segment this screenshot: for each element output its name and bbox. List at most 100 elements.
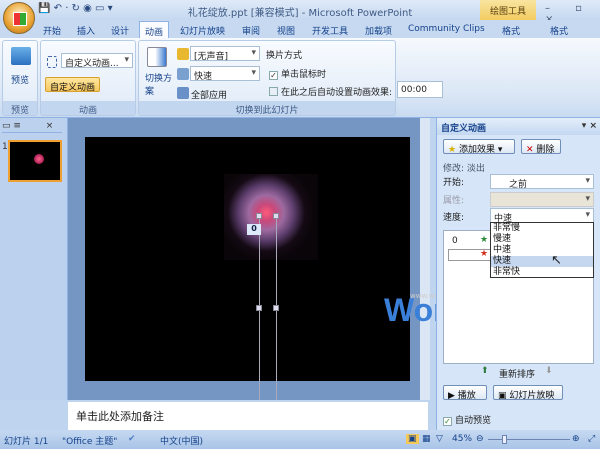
slide-number: 1 <box>2 142 8 152</box>
slideshow-label: 幻灯片放映 <box>509 391 555 401</box>
remove-button[interactable]: ✕ 删除 <box>521 139 561 155</box>
checkbox-checked-icon: ✓ <box>443 417 452 426</box>
preview-icon <box>11 47 31 65</box>
tab-insert[interactable]: 插入 <box>72 21 100 38</box>
fit-window-icon[interactable]: ⤢ <box>588 434 595 444</box>
tab-animation[interactable]: 动画 <box>139 21 170 38</box>
group-label: 切换到此幻灯片 <box>139 101 395 116</box>
tab-view[interactable]: 视图 <box>272 21 300 38</box>
zoom-slider-thumb[interactable] <box>501 435 507 444</box>
on-click-checkbox[interactable]: ✓ 单击鼠标时 <box>269 67 326 80</box>
title-bar: 礼花绽放.ppt [兼容模式] - Microsoft PowerPoint 💾… <box>0 0 600 25</box>
apply-all-button[interactable]: 全部应用 <box>191 88 227 101</box>
play-label: 播放 <box>457 391 476 401</box>
slideshow-view-icon[interactable]: ▽ <box>436 434 443 444</box>
pane-close-icon[interactable]: ▾ × <box>582 121 597 131</box>
quick-access-toolbar[interactable]: 💾 ↶ · ↻ ◉ ▭ ▾ <box>38 3 178 17</box>
office-button[interactable] <box>3 2 35 34</box>
tab-community-clips[interactable]: Community Clips <box>403 21 490 38</box>
office-logo-icon <box>13 12 27 26</box>
speed-option[interactable]: 慢速 <box>491 234 593 245</box>
auto-preview-label: 自动预览 <box>455 416 492 426</box>
property-label: 属性: <box>443 196 465 206</box>
selection-handle[interactable] <box>256 213 262 219</box>
editor-scrollbar[interactable] <box>420 118 430 400</box>
tab-review[interactable]: 审阅 <box>237 21 265 38</box>
selection-handle[interactable] <box>273 305 279 311</box>
spellcheck-icon[interactable]: ✔ <box>128 434 136 444</box>
move-down-icon[interactable]: ⬇ <box>545 366 553 376</box>
play-icon: ▶ <box>448 391 455 401</box>
preview-button[interactable]: 预览 <box>11 73 29 86</box>
speed-option[interactable]: 中速 <box>491 245 593 256</box>
ribbon: 预览 预览 自定义动画... 自定义动画 动画 切换方案 [无声音] 快速 全部… <box>0 38 600 118</box>
zoom-level[interactable]: 45% <box>452 434 472 444</box>
transition-scheme-button[interactable]: 切换方案 <box>145 73 173 99</box>
custom-animation-pane: 自定义动画 ▾ × ★ 添加效果 ▾ ✕ 删除 修改: 淡出 开始: 之前 属性:… <box>436 118 600 430</box>
selection-handle[interactable] <box>273 213 279 219</box>
checkbox-checked-icon: ✓ <box>269 71 278 80</box>
speed-options-list[interactable]: 非常慢 慢速 中速 快速 非常快 ↖ <box>490 222 594 278</box>
tab-format-1[interactable]: 格式 <box>497 21 525 38</box>
exit-effect-icon: ★ <box>480 249 489 259</box>
star-icon: ★ <box>448 145 457 155</box>
speed-option-highlighted[interactable]: 快速 <box>491 256 593 267</box>
auto-after-checkbox[interactable]: 在此之后自动设置动画效果: <box>269 85 392 98</box>
slide-sorter-icon[interactable]: ▦ <box>422 434 431 444</box>
add-effect-button[interactable]: ★ 添加效果 ▾ <box>443 139 515 155</box>
tab-slideshow[interactable]: 幻灯片放映 <box>175 21 230 38</box>
slides-outline-tabs[interactable]: ▭ ≡ × <box>2 121 62 133</box>
zoom-in-icon[interactable]: ⊕ <box>572 434 580 444</box>
notes-pane[interactable]: 单击此处添加备注 <box>68 402 428 430</box>
animation-order-tag: 0 <box>247 224 261 235</box>
tab-addins[interactable]: 加载项 <box>360 21 397 38</box>
tab-format-2[interactable]: 格式 <box>545 21 573 38</box>
advance-slide-title: 换片方式 <box>266 51 303 61</box>
pane-title: 自定义动画 ▾ × <box>437 118 600 135</box>
sound-dropdown[interactable]: [无声音] <box>190 46 260 62</box>
play-button[interactable]: ▶ 播放 <box>443 385 487 401</box>
firework-thumbnail <box>34 154 44 164</box>
speed-dropdown[interactable]: 中速 <box>490 208 594 224</box>
entrance-effect-icon: ★ <box>480 235 489 245</box>
auto-after-time-spinner[interactable]: 00:00 <box>397 81 443 98</box>
start-label: 开始: <box>443 178 465 188</box>
group-preview: 预览 预览 <box>2 40 38 116</box>
ribbon-tabs: 开始 插入 设计 动画 幻灯片放映 审阅 视图 开发工具 加载项 Communi… <box>0 20 600 38</box>
status-bar: 幻灯片 1/1 "Office 主题" ✔ 中文(中国) ▣ ▦ ▽ 45% ⊖… <box>0 430 600 449</box>
add-effect-label: 添加效果 ▾ <box>458 145 503 155</box>
remove-label: 删除 <box>536 145 555 155</box>
transition-speed-dropdown[interactable]: 快速 <box>190 66 260 82</box>
speed-option[interactable]: 非常快 <box>491 267 593 278</box>
on-click-label: 单击鼠标时 <box>281 70 327 80</box>
animate-icon <box>47 56 57 68</box>
slide-thumbnail[interactable] <box>8 140 62 182</box>
normal-view-icon[interactable]: ▣ <box>406 434 419 444</box>
start-dropdown[interactable]: 之前 <box>490 174 594 190</box>
slides-pane: ▭ ≡ × 1 <box>0 118 68 400</box>
firework-image[interactable] <box>224 174 318 260</box>
slide-counter: 幻灯片 1/1 <box>4 437 49 447</box>
selection-handle[interactable] <box>256 305 262 311</box>
tab-developer[interactable]: 开发工具 <box>307 21 353 38</box>
theme-name: "Office 主题" <box>62 437 118 447</box>
slideshow-icon: ▣ <box>498 391 507 401</box>
list-index: 0 <box>452 236 458 246</box>
zoom-slider[interactable] <box>488 439 570 440</box>
speed-label: 速度: <box>443 213 465 223</box>
auto-preview-checkbox[interactable]: ✓ 自动预览 <box>443 413 491 426</box>
language[interactable]: 中文(中国) <box>160 434 203 447</box>
tab-home[interactable]: 开始 <box>38 21 66 38</box>
zoom-out-icon[interactable]: ⊖ <box>476 434 484 444</box>
apply-all-icon <box>177 87 189 99</box>
speed-option[interactable]: 非常慢 <box>491 223 593 234</box>
move-up-icon[interactable]: ⬆ <box>481 366 489 376</box>
property-dropdown <box>490 192 594 207</box>
speed-icon <box>177 68 189 80</box>
custom-animation-button[interactable]: 自定义动画 <box>45 77 101 93</box>
tab-design[interactable]: 设计 <box>106 21 134 38</box>
animate-dropdown[interactable]: 自定义动画... <box>61 53 133 69</box>
slideshow-button[interactable]: ▣ 幻灯片放映 <box>493 385 563 401</box>
drawing-tools-context-tab: 绘图工具 <box>480 0 536 20</box>
group-label: 预览 <box>3 101 37 116</box>
